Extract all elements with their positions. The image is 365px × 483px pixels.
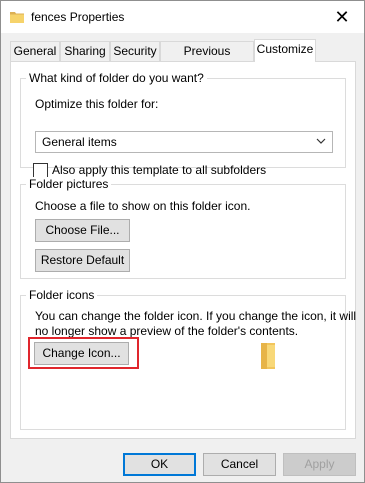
folder-pictures-description: Choose a file to show on this folder ico… (35, 199, 251, 213)
restore-default-button[interactable]: Restore Default (35, 249, 130, 272)
folder-icons-description-line1: You can change the folder icon. If you c… (35, 309, 357, 323)
change-icon-button[interactable]: Change Icon... (34, 342, 129, 365)
folder-icons-description-line2: no longer show a preview of the folder's… (35, 324, 299, 338)
tab-security[interactable]: Security (110, 41, 160, 61)
tab-general[interactable]: General (10, 41, 60, 61)
tab-customize[interactable]: Customize (254, 39, 316, 62)
optimize-select-value: General items (42, 135, 117, 149)
apply-all-subfolders-label[interactable]: Also apply this template to all subfolde… (52, 163, 266, 177)
tab-sharing[interactable]: Sharing (60, 41, 110, 61)
close-button[interactable]: ✕ (320, 1, 364, 33)
folder-type-group-title: What kind of folder do you want? (26, 71, 207, 85)
choose-file-button[interactable]: Choose File... (35, 219, 130, 242)
properties-dialog: fences Properties ✕ General Sharing Secu… (0, 0, 365, 483)
folder-pictures-group-title: Folder pictures (26, 177, 112, 191)
ok-button[interactable]: OK (123, 453, 196, 476)
title-bar: fences Properties ✕ (1, 1, 364, 33)
close-icon: ✕ (334, 6, 350, 27)
optimize-select[interactable]: General items (35, 131, 333, 153)
window-title: fences Properties (31, 10, 125, 24)
folder-icon (261, 343, 275, 369)
chevron-down-icon (316, 138, 326, 144)
folder-pictures-group: Folder pictures Choose a file to show on… (20, 177, 346, 279)
cancel-button[interactable]: Cancel (203, 453, 276, 476)
folder-type-group: What kind of folder do you want? Optimiz… (20, 71, 346, 178)
apply-button[interactable]: Apply (283, 453, 356, 476)
folder-icon (10, 12, 24, 23)
folder-icons-group-title: Folder icons (26, 288, 98, 302)
customize-panel: What kind of folder do you want? Optimiz… (10, 61, 356, 439)
tab-previous-versions[interactable]: Previous Versions (160, 41, 254, 77)
apply-all-subfolders-checkbox[interactable] (33, 163, 48, 178)
optimize-label: Optimize this folder for: (35, 97, 159, 111)
